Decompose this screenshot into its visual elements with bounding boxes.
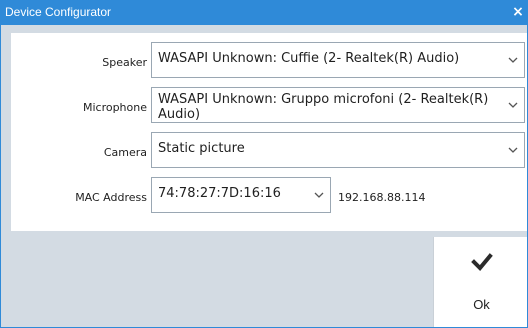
speaker-label: Speaker [102,56,147,69]
mac-address-label: MAC Address [75,191,147,204]
microphone-label: Microphone [82,101,147,114]
window-title: Device Configurator [5,5,112,19]
mac-address-value: 74:78:27:7D:16:16 [158,186,281,201]
ok-button-label: Ok [473,297,490,312]
camera-value: Static picture [158,141,245,156]
chevron-down-icon [314,192,324,198]
chevron-down-icon [508,147,518,153]
title-bar: Device Configurator × [1,1,527,25]
chevron-down-icon [508,57,518,63]
camera-label: Camera [103,146,147,159]
close-icon[interactable]: × [511,3,525,21]
device-configurator-window: Device Configurator × Speaker WASAPI Unk… [0,0,528,328]
camera-select[interactable]: Static picture [151,132,525,168]
speaker-value: WASAPI Unknown: Cuffie (2- Realtek(R) Au… [158,51,460,66]
microphone-select[interactable]: WASAPI Unknown: Gruppo microfoni (2- Rea… [151,87,525,123]
checkmark-icon [471,253,493,271]
mac-address-select[interactable]: 74:78:27:7D:16:16 [151,177,331,213]
chevron-down-icon [508,102,518,108]
settings-panel: Speaker WASAPI Unknown: Cuffie (2- Realt… [11,33,527,231]
microphone-value: WASAPI Unknown: Gruppo microfoni (2- Rea… [158,92,489,122]
ip-address: 192.168.88.114 [338,191,426,204]
speaker-select[interactable]: WASAPI Unknown: Cuffie (2- Realtek(R) Au… [151,42,525,78]
ok-button[interactable]: Ok [433,237,527,327]
